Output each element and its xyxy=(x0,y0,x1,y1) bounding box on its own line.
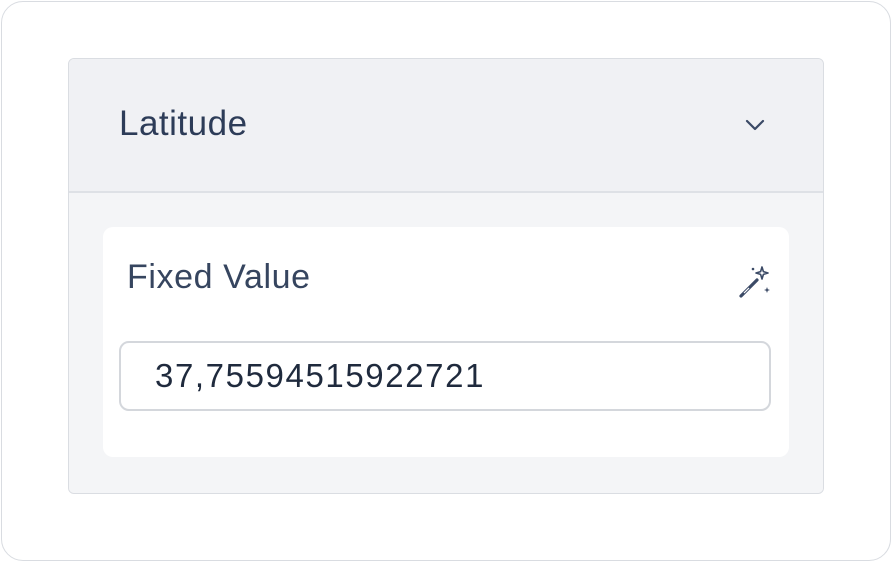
fixed-value-input[interactable] xyxy=(119,341,771,411)
panel-title: Latitude xyxy=(119,104,248,143)
magic-wand-icon[interactable] xyxy=(735,263,773,301)
latitude-panel: Latitude Fixed Value xyxy=(68,58,824,494)
outer-card: Latitude Fixed Value xyxy=(1,1,891,561)
field-card: Fixed Value xyxy=(103,227,789,457)
chevron-down-icon[interactable] xyxy=(743,115,767,135)
panel-body: Fixed Value xyxy=(69,193,823,493)
field-label: Fixed Value xyxy=(127,258,311,296)
panel-header[interactable]: Latitude xyxy=(69,59,823,193)
